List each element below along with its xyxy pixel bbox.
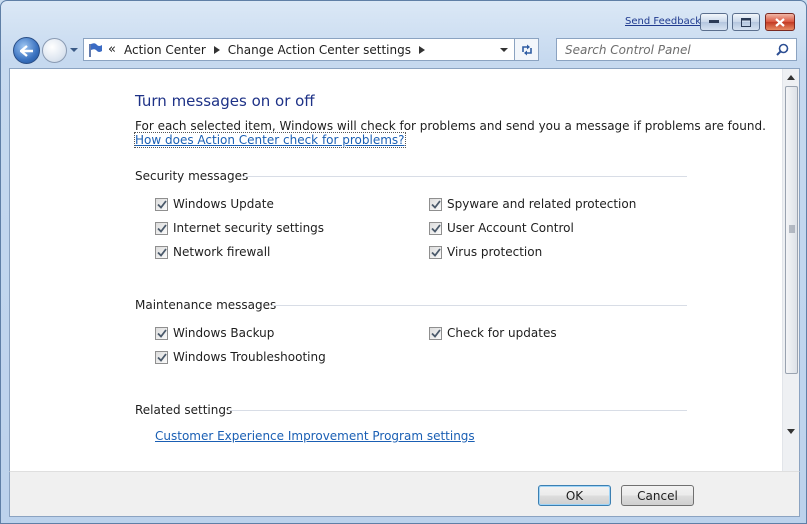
refresh-button[interactable] [515,38,539,61]
checkmark-icon [156,223,167,233]
search-input[interactable] [557,39,767,60]
checkbox-spyware-protection[interactable]: Spyware and related protection [429,197,636,211]
checkbox-label: Windows Backup [173,326,275,340]
checkmark-icon [430,223,441,233]
how-action-center-checks-link[interactable]: How does Action Center check for problem… [134,132,406,148]
checkmark-icon [156,247,167,257]
cancel-button[interactable]: Cancel [621,485,694,506]
dialog-footer: OK Cancel [9,471,800,517]
section-divider [228,410,687,411]
checkbox-box[interactable] [155,245,168,259]
checkbox-label: Windows Update [173,197,274,211]
related-settings-heading: Related settings [135,403,233,417]
checkbox-windows-update[interactable]: Windows Update [155,197,274,211]
content-pane: Turn messages on or off For each selecte… [9,68,800,472]
checkbox-windows-troubleshooting[interactable]: Windows Troubleshooting [155,350,326,364]
address-bar[interactable]: « Action Center Change Action Center set… [83,38,515,61]
checkmark-icon [430,199,441,209]
search-icon[interactable] [776,43,789,56]
checkbox-check-for-updates[interactable]: Check for updates [429,326,557,340]
page-title: Turn messages on or off [135,92,315,110]
checkbox-box[interactable] [155,197,168,211]
security-messages-heading: Security messages [135,169,249,183]
vertical-scrollbar[interactable] [782,69,799,472]
close-icon [775,17,785,27]
checkbox-virus-protection[interactable]: Virus protection [429,245,542,259]
checkbox-user-account-control[interactable]: User Account Control [429,221,574,235]
forward-button[interactable] [42,38,67,63]
checkbox-network-firewall[interactable]: Network firewall [155,245,270,259]
back-button[interactable] [13,37,40,64]
checkbox-windows-backup[interactable]: Windows Backup [155,326,274,340]
minimize-button[interactable] [700,13,728,31]
checkbox-label: Network firewall [173,245,271,259]
ok-button[interactable]: OK [538,485,611,506]
checkbox-label: Windows Troubleshooting [173,350,326,364]
section-divider [244,176,687,177]
checkmark-icon [430,328,441,338]
back-arrow-icon [19,44,33,57]
breadcrumb-arrow-icon[interactable] [418,45,425,54]
breadcrumb-change-settings[interactable]: Change Action Center settings [228,43,411,57]
checkbox-label: Check for updates [447,326,557,340]
checkbox-box[interactable] [429,221,442,235]
maintenance-messages-heading: Maintenance messages [135,298,277,312]
scroll-grip-icon [789,225,795,233]
checkmark-icon [430,247,441,257]
checkbox-label: Virus protection [447,245,543,259]
close-button[interactable] [765,13,795,31]
checkbox-label: Internet security settings [173,221,325,235]
customer-experience-link[interactable]: Customer Experience Improvement Program … [155,429,475,443]
checkbox-internet-security-settings[interactable]: Internet security settings [155,221,324,235]
checkbox-box[interactable] [429,197,442,211]
send-feedback-link[interactable]: Send Feedback [625,16,701,27]
action-center-flag-icon [87,42,103,58]
checkmark-icon [156,352,167,362]
maximize-button[interactable] [732,13,760,31]
checkbox-box[interactable] [429,245,442,259]
checkbox-box[interactable] [155,221,168,235]
scrollbar-thumb[interactable] [785,86,798,374]
breadcrumb-action-center[interactable]: Action Center [124,43,206,57]
address-chevron-down-icon[interactable] [500,46,508,54]
breadcrumb-arrow-icon[interactable] [213,45,220,54]
refresh-icon [521,44,532,55]
checkbox-label: User Account Control [447,221,574,235]
window: Send Feedback « Action Center Change Act… [0,0,807,524]
recent-pages-chevron-down-icon[interactable] [69,45,79,55]
checkbox-box[interactable] [155,326,168,340]
maximize-icon [741,17,751,27]
checkmark-icon [156,199,167,209]
section-divider [272,305,687,306]
checkmark-icon [156,328,167,338]
scroll-down-arrow-icon[interactable] [787,429,795,435]
checkbox-box[interactable] [429,326,442,340]
minimize-icon [709,20,719,23]
page-description: For each selected item, Windows will che… [135,119,766,133]
breadcrumb-overflow[interactable]: « [108,42,116,57]
checkbox-box[interactable] [155,350,168,364]
scroll-up-arrow-icon[interactable] [787,74,795,80]
checkbox-label: Spyware and related protection [447,197,637,211]
search-box [556,38,797,61]
